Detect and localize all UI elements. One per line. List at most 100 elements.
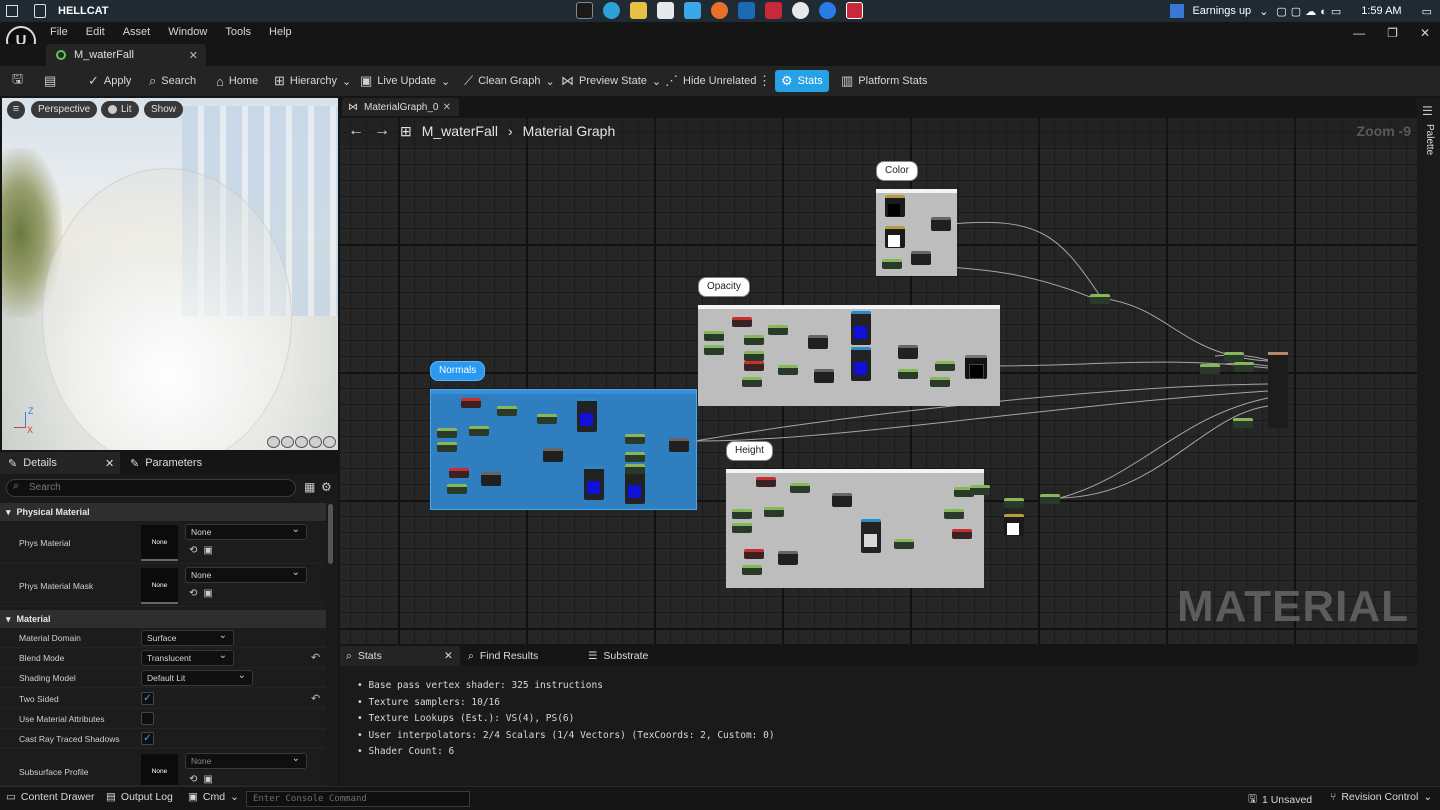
perspective-button[interactable]: Perspective <box>31 101 98 118</box>
viewport-menu-icon[interactable]: ≡ <box>7 101 25 119</box>
lit-button[interactable]: Lit <box>101 101 139 118</box>
comment-box-normals[interactable] <box>430 389 697 510</box>
material-node[interactable] <box>756 477 776 487</box>
browse-asset-icon[interactable]: ⟲ <box>189 545 197 556</box>
material-node[interactable] <box>732 509 752 519</box>
comment-title-height[interactable]: Height <box>726 441 773 461</box>
edge-icon[interactable] <box>603 2 620 19</box>
table-view-icon[interactable]: ▦ <box>304 480 315 494</box>
phys-material-mask-dropdown[interactable]: None <box>185 566 307 583</box>
material-node[interactable] <box>931 217 951 231</box>
material-node[interactable] <box>461 398 481 408</box>
material-node[interactable] <box>778 551 798 565</box>
material-node[interactable] <box>1004 514 1024 536</box>
details-scrollbar[interactable] <box>328 504 333 564</box>
material-node[interactable] <box>885 195 905 217</box>
linkedin-icon[interactable] <box>738 2 755 19</box>
chrome-icon[interactable] <box>792 2 809 19</box>
tab-details[interactable]: ✎ Details ✕ <box>0 452 120 474</box>
preview-shape-plane-icon[interactable] <box>295 436 308 448</box>
phys-material-dropdown[interactable]: None <box>185 523 307 540</box>
comment-title-opacity[interactable]: Opacity <box>698 277 750 297</box>
palette-strip[interactable]: ☰ Palette <box>1417 98 1440 786</box>
material-node[interactable] <box>768 325 788 335</box>
material-node[interactable] <box>1233 418 1253 428</box>
clean-graph-button[interactable]: ⟋ Clean Graph ⌄ <box>458 70 561 92</box>
file-explorer-icon[interactable] <box>630 2 647 19</box>
weather-text[interactable]: Earnings up <box>1192 5 1251 17</box>
texture-sample-node[interactable] <box>851 311 871 345</box>
browse-asset-icon[interactable]: ⟲ <box>189 774 197 785</box>
details-search-input[interactable]: Search <box>6 479 296 497</box>
menu-asset[interactable]: Asset <box>123 26 151 38</box>
minimize-icon[interactable]: — <box>1353 26 1365 40</box>
phys-material-thumbnail[interactable]: None <box>141 525 178 561</box>
firefox-icon[interactable] <box>711 2 728 19</box>
preview-shape-sphere-icon[interactable] <box>281 436 294 448</box>
material-node[interactable] <box>543 448 563 462</box>
clock[interactable]: 1:59 AM <box>1361 5 1401 17</box>
close-icon[interactable]: ✕ <box>1420 26 1430 40</box>
use-selected-icon[interactable]: ▣ <box>203 774 212 785</box>
unreal-red-icon[interactable] <box>846 2 863 19</box>
mail-icon[interactable] <box>684 2 701 19</box>
material-node[interactable] <box>1004 498 1024 508</box>
toolbar-more-button[interactable]: ⋮ <box>752 70 777 92</box>
content-drawer-button[interactable]: ▭ Content Drawer <box>6 791 94 803</box>
preview-shape-cylinder-icon[interactable] <box>267 436 280 448</box>
preview-viewport[interactable]: ≡ Perspective Lit Show Z X <box>2 98 338 450</box>
close-tab-icon[interactable]: ✕ <box>189 49 198 62</box>
material-graph-canvas[interactable]: ← → ⊞ M_waterFall › Material Graph Zoom … <box>340 116 1417 644</box>
browse-button[interactable]: ▤ <box>38 70 62 92</box>
hide-unrelated-button[interactable]: ⋰ Hide Unrelated <box>659 70 762 92</box>
chevron-up-icon[interactable]: ⌄ <box>1259 5 1268 18</box>
phys-material-mask-thumbnail[interactable]: None <box>141 568 178 604</box>
save-button[interactable]: 🖫 <box>6 70 29 92</box>
material-node[interactable] <box>625 452 645 462</box>
console-input[interactable]: Enter Console Command <box>246 791 470 807</box>
search-button[interactable]: ⌕ Search <box>143 70 202 92</box>
material-node[interactable] <box>744 549 764 559</box>
cast-ray-traced-shadows-checkbox[interactable]: ✓ <box>141 732 154 745</box>
stats-button[interactable]: ⚙ Stats <box>775 70 829 92</box>
red-app-icon[interactable] <box>765 2 782 19</box>
material-node[interactable] <box>1040 494 1060 504</box>
back-arrow-icon[interactable]: ← <box>348 122 364 140</box>
blend-mode-dropdown[interactable]: Translucent <box>141 649 234 666</box>
texture-sample-node[interactable] <box>577 398 597 432</box>
material-node[interactable] <box>742 377 762 387</box>
material-node[interactable] <box>832 493 852 507</box>
texture-sample-node[interactable] <box>625 470 645 504</box>
cmd-dropdown[interactable]: ▣ Cmd ⌄ <box>188 791 239 803</box>
platform-stats-button[interactable]: ▥ Platform Stats <box>835 70 933 92</box>
comment-box-opacity[interactable] <box>698 305 1000 406</box>
reset-to-default-icon[interactable]: ↶ <box>311 692 320 705</box>
live-update-button[interactable]: ▣ Live Update ⌄ <box>354 70 456 92</box>
material-node[interactable] <box>898 345 918 359</box>
breadcrumb-graph[interactable]: Material Graph <box>523 123 616 139</box>
material-node[interactable] <box>732 317 752 327</box>
material-node[interactable] <box>898 369 918 379</box>
material-node[interactable] <box>437 442 457 452</box>
comment-title-normals[interactable]: Normals <box>430 361 486 381</box>
asset-tab[interactable]: M_waterFall ✕ <box>46 44 206 66</box>
use-material-attributes-checkbox[interactable] <box>141 712 154 725</box>
app-menu-icon[interactable] <box>34 4 46 18</box>
output-log-button[interactable]: ▤ Output Log <box>106 791 173 803</box>
material-node[interactable] <box>744 351 764 361</box>
material-node[interactable] <box>935 361 955 371</box>
close-tab-icon[interactable]: ✕ <box>443 102 451 113</box>
tab-parameters[interactable]: ✎ Parameters <box>122 452 202 474</box>
material-node[interactable] <box>1234 362 1254 372</box>
tray-icons[interactable]: ▢▢☁◐▭ <box>1276 5 1345 18</box>
close-tab-icon[interactable]: ✕ <box>105 457 114 470</box>
unsaved-button[interactable]: 🖫 1 Unsaved <box>1248 791 1312 809</box>
material-node[interactable] <box>894 539 914 549</box>
material-node[interactable] <box>669 438 689 452</box>
material-node[interactable] <box>882 259 902 269</box>
menu-edit[interactable]: Edit <box>86 26 105 38</box>
apply-button[interactable]: ✓ Apply <box>82 70 137 92</box>
texture-sample-node[interactable] <box>861 519 881 553</box>
close-tab-icon[interactable]: ✕ <box>444 650 453 662</box>
forward-arrow-icon[interactable]: → <box>374 122 390 140</box>
